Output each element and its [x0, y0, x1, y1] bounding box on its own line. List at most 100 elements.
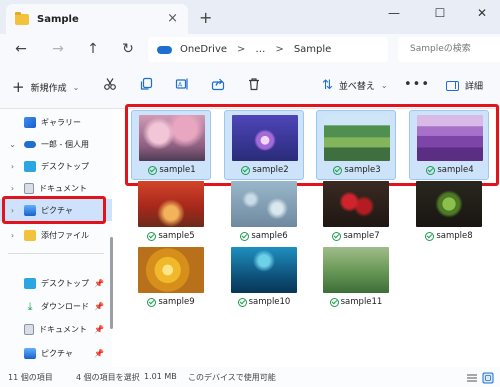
file-item-sample7[interactable]: sample7: [316, 177, 396, 247]
sidebar-item-label: デスクトップ: [41, 161, 89, 171]
new-tab-button[interactable]: +: [199, 8, 212, 27]
tab-title: Sample: [37, 13, 79, 25]
file-item-sample10[interactable]: sample10: [224, 243, 304, 313]
quick-access-downloads[interactable]: ⤓ ダウンロード 📌: [0, 295, 112, 317]
sort-icon: ⇅: [322, 78, 333, 93]
chevron-right-icon[interactable]: >: [275, 44, 283, 55]
new-button[interactable]: + 新規作成 ⌄: [12, 78, 79, 96]
file-name: sample10: [248, 297, 291, 307]
selection-count: 4 個の項目を選択: [76, 373, 140, 382]
new-label: 新規作成: [30, 83, 67, 94]
quick-access-desktop[interactable]: デスクトップ 📌: [0, 272, 112, 294]
synced-check-icon: [237, 297, 247, 307]
image-thumbnail: [323, 247, 389, 293]
image-thumbnail: [323, 181, 389, 227]
address-bar[interactable]: OneDrive > … > Sample: [148, 37, 388, 62]
share-icon[interactable]: [208, 77, 228, 95]
sidebar-item-gallery[interactable]: ギャラリー: [0, 111, 112, 133]
sidebar-item-label: デスクトップ: [41, 278, 89, 288]
trash-icon[interactable]: [244, 77, 264, 95]
file-item-sample5[interactable]: sample5: [131, 177, 211, 247]
file-item-sample6[interactable]: sample6: [224, 177, 304, 247]
tab-sample[interactable]: Sample ×: [6, 4, 188, 34]
chevron-down-icon[interactable]: ⌄: [8, 140, 17, 149]
highlight-box: [125, 104, 499, 186]
synced-check-icon: [329, 297, 339, 307]
onedrive-icon: [157, 45, 172, 54]
gallery-icon: [24, 116, 36, 128]
synced-check-icon: [147, 297, 157, 307]
sidebar-scrollbar[interactable]: [110, 237, 113, 329]
sidebar-item-attachments[interactable]: › 添付ファイル: [0, 224, 112, 246]
close-window-button[interactable]: ✕: [468, 3, 496, 23]
image-thumbnail: [231, 247, 297, 293]
file-item-sample8[interactable]: sample8: [409, 177, 489, 247]
minimize-button[interactable]: —: [380, 3, 408, 23]
details-view-icon[interactable]: [466, 372, 478, 384]
file-view: sample1 sample2 sample3 sample4 sample5 …: [116, 104, 500, 367]
maximize-button[interactable]: ☐: [426, 3, 454, 23]
back-button[interactable]: ←: [10, 39, 32, 59]
highlight-box: [2, 196, 106, 224]
sidebar-item-label: ギャラリー: [41, 117, 81, 127]
file-name: sample8: [436, 231, 473, 241]
document-icon: [24, 323, 34, 335]
file-name: sample6: [251, 231, 288, 241]
pin-icon: 📌: [94, 301, 104, 311]
plus-icon: +: [12, 78, 25, 96]
chevron-right-icon[interactable]: ›: [8, 231, 17, 240]
up-button[interactable]: ↑: [82, 39, 104, 59]
pin-icon: 📌: [94, 278, 104, 288]
breadcrumb-onedrive[interactable]: OneDrive: [180, 44, 227, 55]
sort-label: 並べ替え: [338, 82, 375, 92]
chevron-right-icon[interactable]: ›: [8, 162, 17, 171]
search-input[interactable]: Sampleの検索: [398, 37, 500, 62]
synced-check-icon: [425, 231, 435, 241]
details-label: 詳細: [465, 82, 484, 92]
more-options-button[interactable]: •••: [404, 77, 430, 92]
breadcrumb-ellipsis[interactable]: …: [255, 44, 265, 55]
close-tab-icon[interactable]: ×: [167, 11, 178, 26]
rename-icon[interactable]: A: [172, 77, 192, 95]
pin-icon: 📌: [94, 348, 104, 358]
synced-check-icon: [147, 231, 157, 241]
breadcrumb-sample[interactable]: Sample: [294, 44, 332, 55]
image-thumbnail: [138, 181, 204, 227]
sort-button[interactable]: ⇅ 並べ替え ⌄: [322, 78, 388, 93]
details-button[interactable]: 詳細: [446, 79, 483, 92]
quick-access-pictures[interactable]: ピクチャ 📌: [0, 342, 112, 364]
file-item-sample11[interactable]: sample11: [316, 243, 396, 313]
synced-check-icon: [240, 231, 250, 241]
item-count: 11 個の項目: [8, 373, 53, 382]
sidebar-item-label: 一郎 - 個人用: [41, 139, 89, 149]
file-item-sample9[interactable]: sample9: [131, 243, 211, 313]
document-icon: [24, 182, 34, 194]
refresh-button[interactable]: ↻: [117, 39, 139, 59]
sidebar-item-label: ピクチャ: [41, 348, 73, 358]
copy-icon[interactable]: [136, 77, 156, 95]
image-thumbnail: [138, 247, 204, 293]
sidebar-item-label: ドキュメント: [39, 183, 87, 193]
selection-size: 1.01 MB: [144, 372, 177, 381]
title-bar: Sample × + — ☐ ✕: [0, 0, 500, 34]
scissors-icon[interactable]: [100, 77, 120, 95]
file-name: sample5: [158, 231, 195, 241]
chevron-right-icon[interactable]: >: [237, 44, 245, 55]
chevron-right-icon[interactable]: ›: [8, 184, 17, 193]
chevron-down-icon: ⌄: [72, 82, 80, 92]
file-name: sample7: [343, 231, 380, 241]
status-bar: 11 個の項目 4 個の項目を選択 1.01 MB このデバイスで使用可能: [0, 367, 500, 387]
folder-icon: [15, 11, 29, 25]
image-thumbnail: [416, 181, 482, 227]
file-name: sample11: [340, 297, 383, 307]
large-icons-view-icon[interactable]: [482, 372, 494, 384]
desktop-icon: [24, 277, 36, 289]
pictures-icon: [24, 347, 36, 359]
forward-button[interactable]: →: [47, 39, 69, 59]
quick-access-documents[interactable]: ドキュメント 📌: [0, 318, 112, 340]
sidebar-item-onedrive[interactable]: ⌄ 一郎 - 個人用: [0, 133, 112, 155]
sidebar-item-desktop[interactable]: › デスクトップ: [0, 155, 112, 177]
file-name: sample9: [158, 297, 195, 307]
navigation-bar: ← → ↑ ↻ OneDrive > … > Sample Sampleの検索: [0, 34, 500, 65]
pin-icon: 📌: [94, 324, 104, 334]
